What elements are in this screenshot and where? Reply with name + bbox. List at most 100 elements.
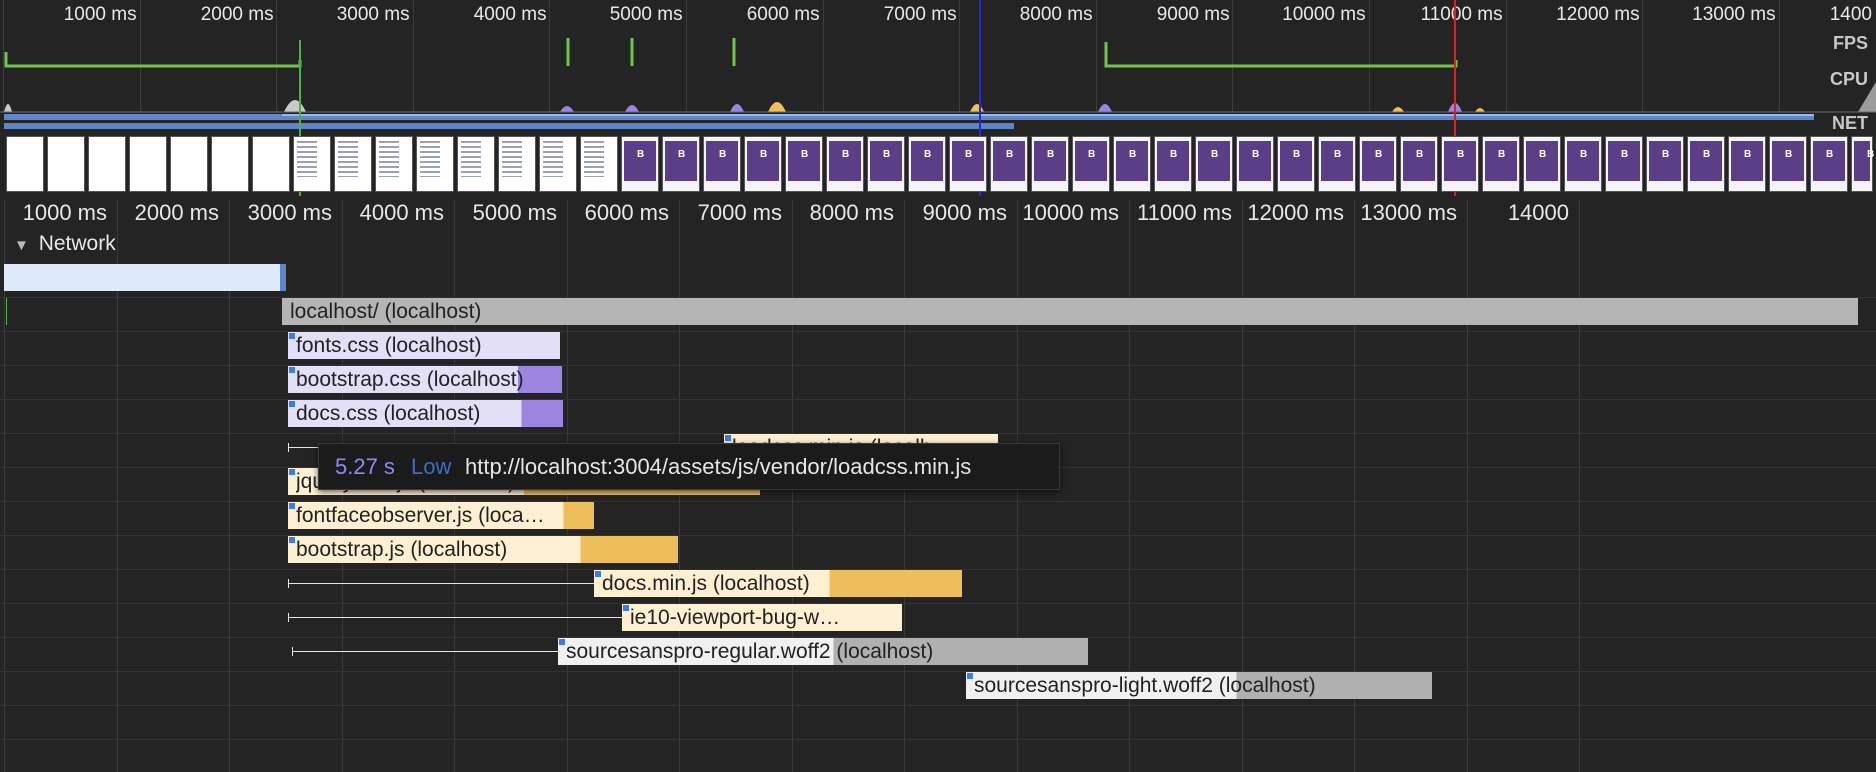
priority-marker xyxy=(559,639,565,645)
filmstrip-frame[interactable] xyxy=(1113,136,1151,192)
filmstrip-frame[interactable] xyxy=(1359,136,1397,192)
network-section-label: Network xyxy=(38,232,116,255)
ruler-tick-label: 8000 ms xyxy=(809,200,894,225)
filmstrip-frame[interactable] xyxy=(539,136,577,192)
filmstrip-frame[interactable] xyxy=(170,136,208,192)
request-wait-cap xyxy=(288,613,289,622)
request-edge xyxy=(280,264,286,291)
ruler-tick-label: 12000 ms xyxy=(1247,200,1344,225)
network-request-label: docs.min.js (localhost) xyxy=(602,572,810,595)
network-request-label: fonts.css (localhost) xyxy=(296,334,482,357)
filmstrip-frame[interactable] xyxy=(1277,136,1315,192)
filmstrip-frame[interactable] xyxy=(662,136,700,192)
filmstrip-frame[interactable] xyxy=(621,136,659,192)
main-grid-line xyxy=(1579,200,1580,772)
ruler-tick-label: 13000 ms xyxy=(1360,200,1457,225)
network-request-bar[interactable] xyxy=(282,298,1858,325)
filmstrip-frame[interactable] xyxy=(1236,136,1274,192)
filmstrip-frame[interactable] xyxy=(580,136,618,192)
filmstrip-frame[interactable] xyxy=(1646,136,1684,192)
filmstrip-frame[interactable] xyxy=(1728,136,1766,192)
ruler-tick-label: 2000 ms xyxy=(134,200,219,225)
filmstrip-frame[interactable] xyxy=(1851,136,1874,192)
filmstrip-frame[interactable] xyxy=(416,136,454,192)
ruler-tick-label: 5000 ms xyxy=(472,200,557,225)
collapse-triangle-icon[interactable]: ▼ xyxy=(14,237,29,254)
ruler-tick-label: 14000 xyxy=(1507,200,1569,225)
filmstrip-frame[interactable] xyxy=(826,136,864,192)
filmstrip-frame[interactable] xyxy=(211,136,249,192)
ruler-tick-label: 3000 ms xyxy=(247,200,332,225)
filmstrip-frame[interactable] xyxy=(334,136,372,192)
ruler-tick-label: 10000 ms xyxy=(1022,200,1119,225)
net-graph xyxy=(4,114,1814,129)
request-wait-line xyxy=(288,617,622,618)
row-separator xyxy=(0,705,1876,706)
filmstrip-frame[interactable] xyxy=(785,136,823,192)
filmstrip-frame[interactable] xyxy=(1810,136,1848,192)
filmstrip-frame[interactable] xyxy=(47,136,85,192)
filmstrip-frame[interactable] xyxy=(1400,136,1438,192)
network-request-label: sourcesanspro-regular.woff2 (localhost) xyxy=(566,640,934,663)
request-wait-line xyxy=(288,583,594,584)
priority-marker xyxy=(289,537,295,543)
network-section-header[interactable]: ▼ Network xyxy=(14,232,116,256)
priority-marker xyxy=(623,605,629,611)
timeline-overview[interactable]: 1000 ms 2000 ms 3000 ms 4000 ms 5000 ms 6000 … xyxy=(0,0,1876,200)
row-separator xyxy=(0,365,1876,366)
filmstrip-frame[interactable] xyxy=(1318,136,1356,192)
ruler-tick-label: 1000 ms xyxy=(22,200,107,225)
filmstrip-frame[interactable] xyxy=(744,136,782,192)
filmstrip-frame[interactable] xyxy=(1031,136,1069,192)
filmstrip-frame[interactable] xyxy=(908,136,946,192)
filmstrip-frame[interactable] xyxy=(1523,136,1561,192)
filmstrip-frame[interactable] xyxy=(252,136,290,192)
ruler-tick-label: 6000 ms xyxy=(584,200,669,225)
fps-graph xyxy=(4,38,1458,68)
priority-marker xyxy=(725,435,731,441)
row-separator xyxy=(0,535,1876,536)
ruler-tick-label: 4000 ms xyxy=(359,200,444,225)
filmstrip-frame[interactable] xyxy=(1605,136,1643,192)
filmstrip-frame[interactable] xyxy=(293,136,331,192)
network-request-bar[interactable] xyxy=(4,264,286,291)
network-request-label: bootstrap.css (localhost) xyxy=(296,368,524,391)
row-separator xyxy=(0,399,1876,400)
filmstrip-frame[interactable] xyxy=(703,136,741,192)
ruler-tick-label: 11000 ms xyxy=(1137,200,1232,225)
request-wait-cap xyxy=(288,579,289,588)
filmstrip-frame[interactable] xyxy=(1564,136,1602,192)
filmstrip-frame[interactable] xyxy=(1687,136,1725,192)
row-separator xyxy=(0,331,1876,332)
filmstrip-frame[interactable] xyxy=(129,136,167,192)
network-request-label: fontfaceobserver.js (loca… xyxy=(296,504,545,527)
filmstrip-frame[interactable] xyxy=(1195,136,1233,192)
tooltip-url: http://localhost:3004/assets/js/vendor/l… xyxy=(465,454,972,479)
filmstrip-frame[interactable] xyxy=(1154,136,1192,192)
filmstrip-frame[interactable] xyxy=(88,136,126,192)
ruler-tick-label: 9000 ms xyxy=(922,200,1007,225)
filmstrip-frame[interactable] xyxy=(949,136,987,192)
filmstrip-frame[interactable] xyxy=(6,136,44,192)
filmstrip-frame[interactable] xyxy=(1769,136,1807,192)
priority-marker xyxy=(289,367,295,373)
priority-marker xyxy=(289,469,295,475)
priority-marker xyxy=(289,503,295,509)
filmstrip-frame[interactable] xyxy=(990,136,1028,192)
tooltip-duration: 5.27 s xyxy=(335,454,395,479)
priority-marker xyxy=(967,673,973,679)
row-separator xyxy=(0,671,1876,672)
request-wait-cap xyxy=(292,647,293,656)
filmstrip-frame[interactable] xyxy=(375,136,413,192)
filmstrip-frame[interactable] xyxy=(457,136,495,192)
network-request-label: localhost/ (localhost) xyxy=(290,300,482,323)
filmstrip-frame[interactable] xyxy=(498,136,536,192)
tooltip-priority: Low xyxy=(411,454,452,479)
priority-marker xyxy=(595,571,601,577)
filmstrip-frame[interactable] xyxy=(1072,136,1110,192)
network-request-label: ie10-viewport-bug-w… xyxy=(630,606,841,629)
filmstrip-frame[interactable] xyxy=(867,136,905,192)
request-wait-cap xyxy=(288,443,289,452)
filmstrip-frame[interactable] xyxy=(1482,136,1520,192)
filmstrip-frame[interactable] xyxy=(1441,136,1479,192)
